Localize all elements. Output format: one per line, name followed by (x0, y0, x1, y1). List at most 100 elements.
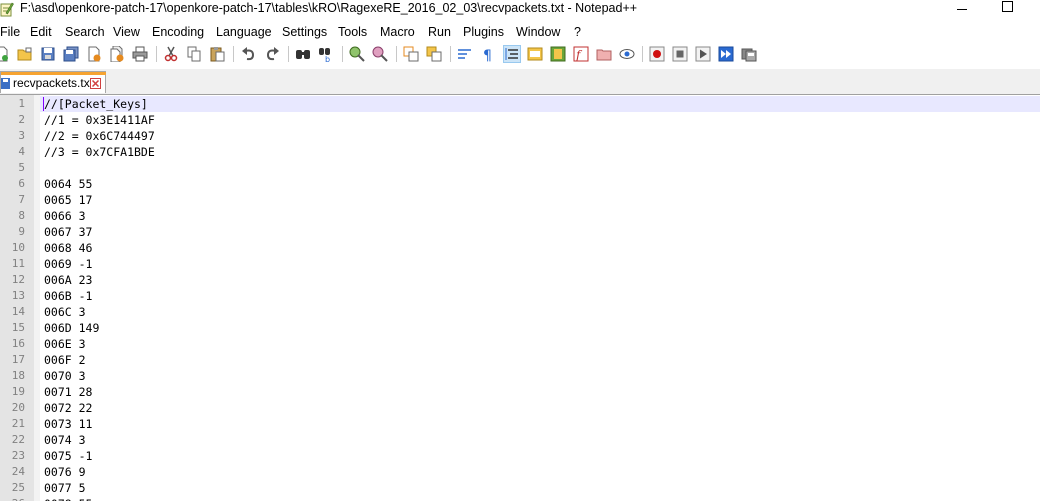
line-text[interactable]: //[Packet_Keys] (44, 96, 148, 112)
editor-line[interactable]: 20 0072 22 (0, 400, 1040, 416)
line-text[interactable]: 006D 149 (44, 320, 99, 336)
zoom-in-icon[interactable] (349, 46, 365, 62)
menu-window[interactable]: Window (516, 25, 560, 39)
line-text[interactable]: 006B -1 (44, 288, 92, 304)
menu-file[interactable]: File (0, 25, 20, 39)
menu-run[interactable]: Run (428, 25, 451, 39)
text-editor[interactable]: 1 //[Packet_Keys] 2 //1 = 0x3E1411AF 3 //2 = … (0, 95, 1040, 501)
line-text[interactable]: 0069 -1 (44, 256, 92, 272)
line-text[interactable]: 0071 28 (44, 384, 92, 400)
menu-edit[interactable]: Edit (30, 25, 52, 39)
line-text[interactable]: //2 = 0x6C744497 (44, 128, 155, 144)
editor-line[interactable]: 8 0066 3 (0, 208, 1040, 224)
open-file-icon[interactable] (17, 46, 33, 62)
line-text[interactable]: 0074 3 (44, 432, 86, 448)
line-text[interactable]: 0075 -1 (44, 448, 92, 464)
run-macro-multiple-icon[interactable] (718, 46, 734, 62)
line-text[interactable]: 0066 3 (44, 208, 86, 224)
undo-icon[interactable] (241, 46, 257, 62)
editor-line[interactable]: 25 0077 5 (0, 480, 1040, 496)
monitoring-icon[interactable] (619, 46, 635, 62)
editor-line[interactable]: 9 0067 37 (0, 224, 1040, 240)
editor-line[interactable]: 24 0076 9 (0, 464, 1040, 480)
menu-help[interactable]: ? (574, 25, 581, 39)
line-text[interactable]: 0077 5 (44, 480, 86, 496)
menu-encoding[interactable]: Encoding (152, 25, 204, 39)
redo-icon[interactable] (264, 46, 280, 62)
minimize-button[interactable] (940, 0, 986, 18)
folder-as-workspace-icon[interactable] (596, 46, 612, 62)
save-icon[interactable] (40, 46, 56, 62)
editor-line[interactable]: 7 0065 17 (0, 192, 1040, 208)
editor-line[interactable]: 12 006A 23 (0, 272, 1040, 288)
editor-line[interactable]: 26 0078 55 (0, 496, 1040, 501)
copy-icon[interactable] (186, 46, 202, 62)
editor-line[interactable]: 23 0075 -1 (0, 448, 1040, 464)
record-macro-icon[interactable] (649, 46, 665, 62)
user-defined-language-icon[interactable] (527, 46, 543, 62)
line-text[interactable]: 0073 11 (44, 416, 92, 432)
sync-horizontal-icon[interactable] (426, 46, 442, 62)
new-file-icon[interactable] (0, 46, 10, 62)
sync-vertical-icon[interactable] (403, 46, 419, 62)
line-text[interactable]: 0064 55 (44, 176, 92, 192)
line-text[interactable]: 0078 55 (44, 496, 92, 501)
line-text[interactable]: //3 = 0x7CFA1BDE (44, 144, 155, 160)
editor-line[interactable]: 19 0071 28 (0, 384, 1040, 400)
cut-icon[interactable] (163, 46, 179, 62)
save-macro-icon[interactable] (741, 46, 757, 62)
editor-line[interactable]: 2 //1 = 0x3E1411AF (0, 112, 1040, 128)
editor-lines[interactable]: 1 //[Packet_Keys] 2 //1 = 0x3E1411AF 3 //2 = … (0, 96, 1040, 501)
menu-macro[interactable]: Macro (380, 25, 415, 39)
document-map-icon[interactable] (550, 46, 566, 62)
editor-line[interactable]: 5 (0, 160, 1040, 176)
play-macro-icon[interactable] (695, 46, 711, 62)
line-text[interactable]: 0070 3 (44, 368, 86, 384)
close-all-icon[interactable] (109, 46, 125, 62)
editor-line[interactable]: 15 006D 149 (0, 320, 1040, 336)
line-text[interactable]: 006C 3 (44, 304, 86, 320)
menu-settings[interactable]: Settings (282, 25, 327, 39)
editor-line[interactable]: 4 //3 = 0x7CFA1BDE (0, 144, 1040, 160)
stop-recording-icon[interactable] (672, 46, 688, 62)
editor-line[interactable]: 11 0069 -1 (0, 256, 1040, 272)
title-bar[interactable]: F:\asd\openkore-patch-17\openkore-patch-… (0, 0, 1040, 18)
zoom-out-icon[interactable] (372, 46, 388, 62)
line-text[interactable]: 006E 3 (44, 336, 86, 352)
show-all-characters-icon[interactable]: ¶ (480, 46, 496, 62)
find-icon[interactable] (295, 46, 311, 62)
editor-line[interactable]: 10 0068 46 (0, 240, 1040, 256)
editor-line[interactable]: 18 0070 3 (0, 368, 1040, 384)
paste-icon[interactable] (209, 46, 225, 62)
line-text[interactable]: //1 = 0x3E1411AF (44, 112, 155, 128)
menu-plugins[interactable]: Plugins (463, 25, 504, 39)
menu-search[interactable]: Search (65, 25, 105, 39)
save-all-icon[interactable] (63, 46, 79, 62)
function-list-icon[interactable]: f (573, 46, 589, 62)
menu-view[interactable]: View (113, 25, 140, 39)
line-text[interactable]: 006A 23 (44, 272, 92, 288)
editor-line[interactable]: 3 //2 = 0x6C744497 (0, 128, 1040, 144)
menu-tools[interactable]: Tools (338, 25, 367, 39)
editor-line[interactable]: 6 0064 55 (0, 176, 1040, 192)
line-text[interactable]: 0068 46 (44, 240, 92, 256)
tab-recvpackets[interactable]: recvpackets.txt (0, 71, 106, 93)
editor-line[interactable]: 16 006E 3 (0, 336, 1040, 352)
line-text[interactable]: 006F 2 (44, 352, 86, 368)
editor-line[interactable]: 14 006C 3 (0, 304, 1040, 320)
word-wrap-icon[interactable] (457, 46, 473, 62)
editor-line[interactable]: 13 006B -1 (0, 288, 1040, 304)
indent-guide-icon[interactable] (503, 45, 521, 63)
line-text[interactable]: 0072 22 (44, 400, 92, 416)
editor-line[interactable]: 21 0073 11 (0, 416, 1040, 432)
tab-close-icon[interactable] (90, 78, 101, 89)
print-icon[interactable] (132, 46, 148, 62)
menu-language[interactable]: Language (216, 25, 272, 39)
editor-line[interactable]: 1 //[Packet_Keys] (0, 96, 1040, 112)
editor-line[interactable]: 22 0074 3 (0, 432, 1040, 448)
maximize-button[interactable] (985, 0, 1031, 18)
replace-icon[interactable]: b (318, 46, 334, 62)
close-icon[interactable] (86, 46, 102, 62)
editor-line[interactable]: 17 006F 2 (0, 352, 1040, 368)
line-text[interactable]: 0067 37 (44, 224, 92, 240)
